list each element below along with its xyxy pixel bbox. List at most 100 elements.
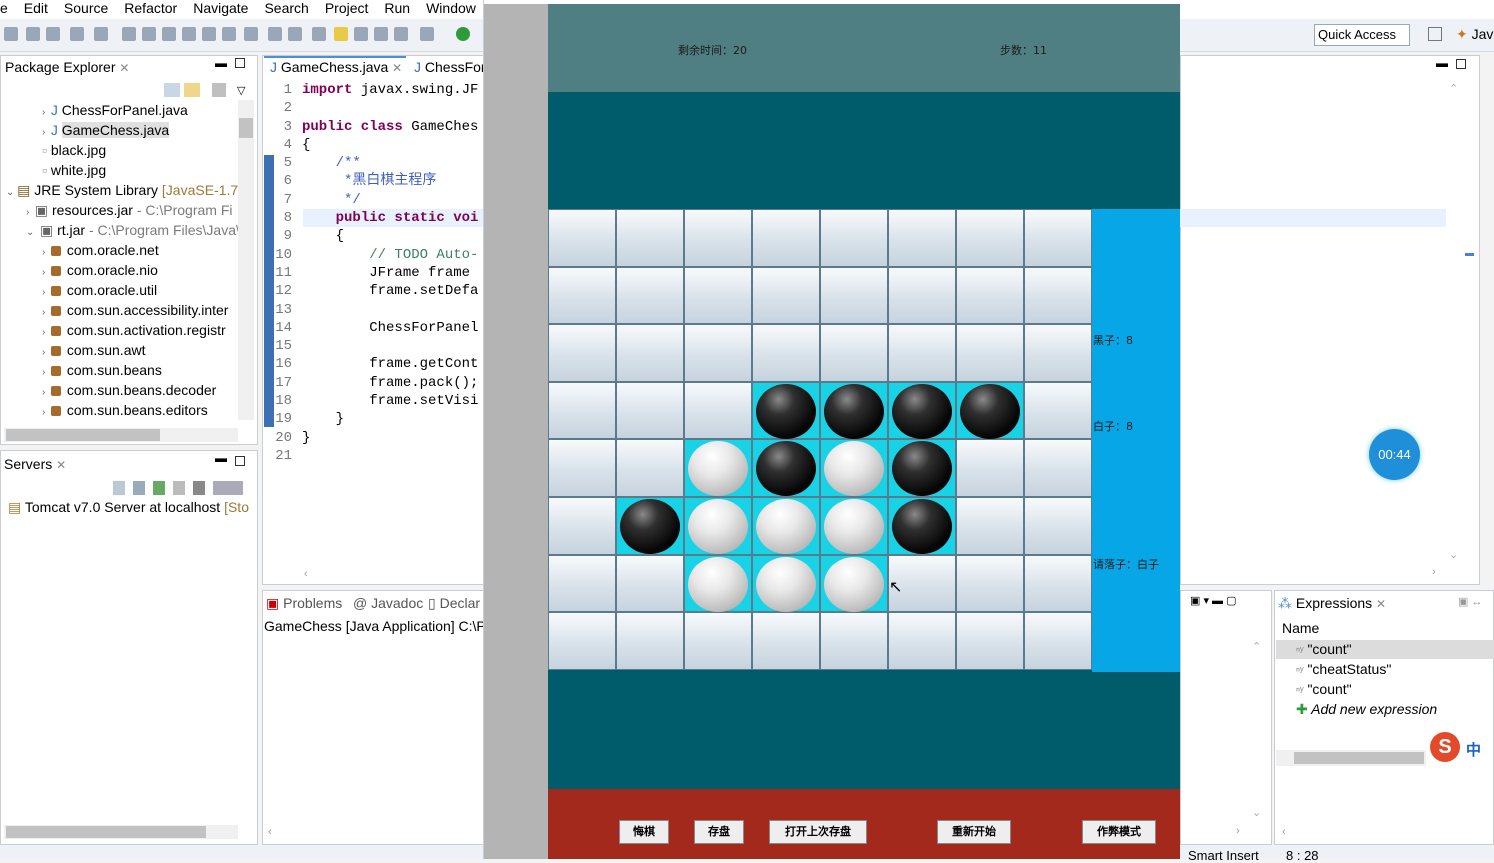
board-cell[interactable] [548,554,616,613]
board-cell[interactable] [684,209,752,267]
expression-row[interactable]: ⁿʸ "cheatStatus" [1296,661,1391,677]
chess-board[interactable] [548,209,1092,670]
menu-run[interactable]: Run [376,0,418,19]
expression-row[interactable]: ⁿʸ "count" [1296,681,1352,697]
minimize-icon[interactable]: ▬ [215,56,227,70]
tree-item[interactable]: ▫ white.jpg [42,160,106,180]
board-cell[interactable] [752,554,820,613]
board-cell[interactable] [1024,497,1092,555]
board-cell[interactable] [684,266,752,325]
board-cell[interactable] [1024,324,1092,382]
step-into-icon[interactable] [182,27,196,41]
menu-edit[interactable]: Edit [16,0,56,19]
ime-logo-icon[interactable]: S [1430,732,1460,762]
horizontal-scrollbar[interactable] [4,428,238,442]
editor-tab-chessfor[interactable]: J ChessFor [414,59,486,75]
scroll-up-icon[interactable]: ⌃ [1449,82,1458,95]
debug-icon[interactable] [420,27,434,41]
declaration-tab[interactable]: ▯ Declar [428,595,480,612]
expression-actions-icon[interactable]: ▣ ↔ [1458,595,1482,608]
board-cell[interactable] [684,439,752,497]
board-cell[interactable] [820,612,888,670]
menu-refactor[interactable]: Refactor [116,0,185,19]
load-save-button[interactable]: 打开上次存盘 [769,820,867,844]
terminate-icon[interactable] [162,27,176,41]
board-cell[interactable] [684,381,752,440]
resume-icon[interactable] [122,27,136,41]
run-icon[interactable] [456,27,470,41]
menu-window[interactable]: Window [418,0,484,19]
save-icon[interactable] [26,27,40,41]
menu-source[interactable]: Source [56,0,116,19]
menu-navigate[interactable]: Navigate [185,0,256,19]
expression-row[interactable]: ⁿʸ "count" [1296,641,1352,657]
board-cell[interactable] [956,612,1024,670]
tree-item[interactable]: ▫ black.jpg [42,140,106,160]
maximize-icon[interactable] [235,58,245,68]
board-cell[interactable] [956,209,1024,267]
servers-tab[interactable]: Servers ✕ [4,456,66,472]
block-selection-icon[interactable] [374,27,388,41]
board-cell[interactable] [752,439,820,497]
board-cell[interactable] [888,209,956,267]
board-cell[interactable] [820,381,888,440]
board-cell[interactable] [820,324,888,382]
board-cell[interactable] [548,497,616,555]
board-cell[interactable] [888,439,956,497]
board-cell[interactable] [616,439,684,497]
board-cell[interactable] [1024,381,1092,440]
skip-breakpoints-icon[interactable] [94,27,108,41]
board-cell[interactable] [752,324,820,382]
java-perspective-button[interactable]: ✦ Jav [1456,26,1493,43]
board-cell[interactable] [956,497,1024,555]
board-cell[interactable] [956,324,1024,382]
board-cell[interactable] [888,497,956,555]
quick-access-input[interactable]: Quick Access [1314,24,1410,46]
print-icon[interactable] [70,27,84,41]
board-cell[interactable] [548,209,616,267]
board-cell[interactable] [1024,612,1092,670]
link-editor-icon[interactable] [184,83,200,97]
package-explorer-tab[interactable]: Package Explorer ✕ [5,59,129,75]
suspend-icon[interactable] [142,27,156,41]
minimize-icon[interactable]: ▬ [1436,56,1448,70]
board-cell[interactable] [820,439,888,497]
close-icon[interactable]: ✕ [119,61,129,75]
board-cell[interactable] [956,554,1024,613]
board-cell[interactable] [752,612,820,670]
server-actions-icon[interactable] [113,481,243,495]
restart-button[interactable]: 重新开始 [937,820,1011,844]
board-cell[interactable] [752,266,820,325]
board-cell[interactable] [616,266,684,325]
drop-frame-icon[interactable] [244,27,258,41]
expressions-tab[interactable]: ⁂ Expressions ✕ [1278,595,1386,612]
undo-button[interactable]: 悔棋 [619,820,669,844]
maximize-icon[interactable] [235,456,245,466]
board-cell[interactable] [956,381,1024,440]
board-cell[interactable] [820,209,888,267]
close-icon[interactable]: ✕ [1376,597,1386,611]
board-cell[interactable] [956,266,1024,325]
scroll-left-icon[interactable]: ‹ [268,826,272,838]
horizontal-scrollbar[interactable] [4,825,238,839]
board-cell[interactable] [752,209,820,267]
save-all-icon[interactable] [46,27,60,41]
open-type-icon[interactable] [288,27,302,41]
board-cell[interactable] [1024,266,1092,325]
board-cell[interactable] [684,554,752,613]
view-menu-icon[interactable] [212,83,226,97]
server-item[interactable]: ▤ Tomcat v7.0 Server at localhost [Sto [8,497,249,517]
recording-timer-badge[interactable]: 00:44 [1369,429,1420,480]
board-cell[interactable] [684,612,752,670]
board-cell[interactable] [616,554,684,613]
collapse-all-icon[interactable] [164,83,180,97]
scroll-up-icon[interactable]: ⌃ [1252,640,1261,653]
menu-search[interactable]: Search [256,0,316,19]
cheat-mode-button[interactable]: 作弊模式 [1082,820,1156,844]
board-cell[interactable] [820,266,888,325]
board-cell[interactable] [548,266,616,325]
horizontal-scrollbar[interactable] [1276,750,1426,766]
board-cell[interactable] [684,497,752,555]
board-cell[interactable] [616,209,684,267]
menu-project[interactable]: Project [317,0,377,19]
